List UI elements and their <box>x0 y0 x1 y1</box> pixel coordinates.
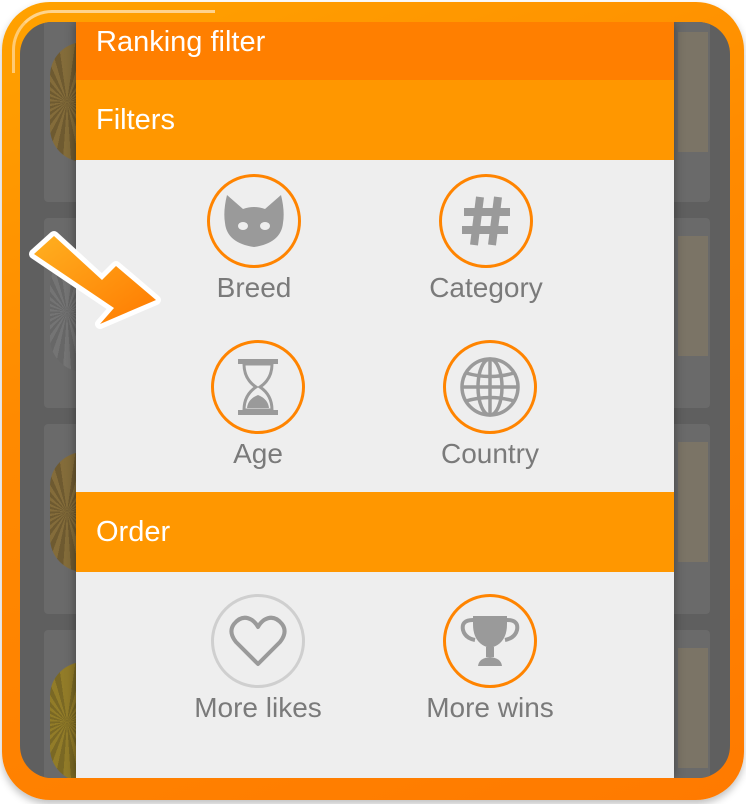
order-more-wins-circle[interactable] <box>443 594 537 688</box>
order-heading: Order <box>76 492 674 572</box>
order-more-wins-label: More wins <box>426 692 554 723</box>
background-photo <box>678 32 708 152</box>
cat-icon <box>224 195 284 247</box>
ranking-filter-dialog: Ranking filter Filters Breed Category Ag… <box>76 22 674 778</box>
trophy-icon <box>460 616 520 666</box>
app-screen: Ranking filter Filters Breed Category Ag… <box>20 22 730 778</box>
background-photo <box>678 236 708 356</box>
filter-category-label: Category <box>429 272 543 303</box>
filter-breed[interactable]: Breed <box>164 174 344 304</box>
filters-heading: Filters <box>76 80 674 160</box>
order-more-likes-circle[interactable] <box>211 594 305 688</box>
filter-breed-label: Breed <box>216 272 292 303</box>
filter-country-circle[interactable] <box>443 340 537 434</box>
filter-country-label: Country <box>440 438 540 469</box>
pointer-arrow-icon <box>29 231 161 329</box>
filter-breed-circle[interactable] <box>207 174 301 268</box>
heart-icon <box>229 615 287 666</box>
filter-category-circle[interactable] <box>439 174 533 268</box>
hourglass-icon <box>238 359 278 415</box>
filter-age-circle[interactable] <box>211 340 305 434</box>
order-more-likes[interactable]: More likes <box>168 594 348 724</box>
background-photo <box>678 648 708 768</box>
order-more-likes-label: More likes <box>194 692 322 723</box>
globe-icon <box>460 357 520 417</box>
background-photo <box>678 442 708 562</box>
filter-country[interactable]: Country <box>400 340 580 470</box>
filter-category[interactable]: Category <box>396 174 576 304</box>
filter-age-label: Age <box>233 438 283 469</box>
dialog-title: Ranking filter <box>76 22 674 80</box>
device-frame: Ranking filter Filters Breed Category Ag… <box>2 2 744 800</box>
order-more-wins[interactable]: More wins <box>400 594 580 724</box>
hashtag-icon <box>462 196 510 246</box>
filter-age[interactable]: Age <box>168 340 348 470</box>
